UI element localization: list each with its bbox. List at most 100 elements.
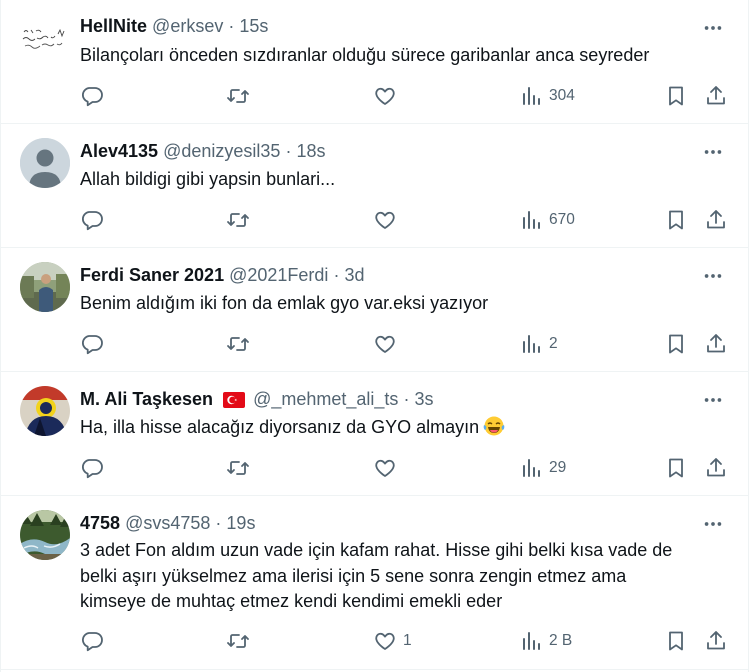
reply-button[interactable]: [80, 626, 110, 656]
share-icon: [707, 334, 725, 353]
timestamp[interactable]: 3s: [414, 389, 433, 409]
bookmark-icon: [669, 86, 683, 106]
timestamp[interactable]: 19s: [226, 513, 255, 533]
display-name[interactable]: 4758: [80, 513, 120, 533]
tweet-header: M. Ali Taşkesen @_mehmet_ali_ts · 3s: [80, 388, 688, 410]
tweet-text-line: belki aşırı yükselmez ama ilerisi için 5…: [80, 565, 627, 586]
display-name[interactable]: HellNite: [80, 16, 147, 36]
share-button[interactable]: [704, 205, 728, 235]
views-chart-icon: [523, 335, 540, 353]
tweet-text: Benim aldığım iki fon da emlak gyo var.e…: [80, 293, 489, 313]
retweet-icon: [227, 89, 249, 103]
bookmark-icon: [669, 458, 683, 478]
laughing-tears-emoji-icon: [483, 415, 505, 445]
more-icon: [704, 150, 722, 154]
bookmark-button[interactable]: [664, 81, 688, 111]
reply-icon: [81, 335, 103, 355]
default-avatar-icon: [20, 138, 70, 188]
tweet-actions: 304: [80, 81, 740, 111]
more-options-button[interactable]: [694, 137, 732, 167]
user-handle[interactable]: @denizyesil35: [163, 141, 280, 161]
like-button[interactable]: [373, 329, 403, 359]
tweet[interactable]: Ferdi Saner 2021 @2021Ferdi · 3d Benim a…: [1, 248, 748, 372]
avatar[interactable]: [20, 262, 70, 312]
like-button[interactable]: [373, 453, 403, 483]
tweet-actions: 29: [80, 453, 740, 483]
views-count: 2 B: [549, 632, 573, 649]
tweet[interactable]: M. Ali Taşkesen @_mehmet_ali_ts · 3s Ha,…: [1, 372, 748, 496]
user-handle[interactable]: @erksev: [152, 16, 223, 36]
handwritten-avatar-icon: [20, 12, 70, 62]
avatar[interactable]: [20, 510, 70, 560]
more-options-button[interactable]: [694, 385, 732, 415]
separator: ·: [228, 16, 235, 36]
views-button[interactable]: 29: [519, 453, 566, 483]
user-handle[interactable]: @2021Ferdi: [229, 265, 328, 285]
tweet[interactable]: 4758 @svs4758 · 19s 3 adet Fon aldım uzu…: [1, 496, 748, 670]
avatar[interactable]: [20, 386, 70, 436]
like-button[interactable]: [373, 205, 403, 235]
reply-button[interactable]: [80, 81, 110, 111]
reply-icon: [81, 211, 103, 231]
display-name[interactable]: M. Ali Taşkesen: [80, 389, 213, 409]
reply-button[interactable]: [80, 329, 110, 359]
bookmark-button[interactable]: [664, 329, 688, 359]
tweet-text-line: kimseye de muhtaç etmez kendi kendimi em…: [80, 591, 503, 611]
display-name[interactable]: Ferdi Saner 2021: [80, 265, 224, 285]
tweet-text: Bilançoları önceden sızdıranlar olduğu s…: [80, 45, 650, 65]
timestamp[interactable]: 15s: [239, 16, 268, 36]
avatar[interactable]: [20, 138, 70, 188]
more-icon: [704, 522, 722, 526]
tweet-text: Ha, illa hisse alacağız diyorsanız da GY…: [80, 415, 720, 445]
like-button[interactable]: [373, 81, 403, 111]
retweet-icon: [227, 337, 249, 351]
tweet-text: 3 adet Fon aldım uzun vade için kafam ra…: [80, 538, 720, 615]
more-options-button[interactable]: [694, 13, 732, 43]
avatar[interactable]: [20, 12, 70, 62]
bookmark-button[interactable]: [664, 626, 688, 656]
views-count: 2: [549, 335, 558, 352]
retweet-button[interactable]: [226, 329, 256, 359]
share-button[interactable]: [704, 329, 728, 359]
views-button[interactable]: 670: [519, 205, 575, 235]
retweet-button[interactable]: [226, 626, 256, 656]
like-button[interactable]: 1: [373, 626, 412, 656]
views-chart-icon: [523, 632, 540, 650]
timestamp[interactable]: 3d: [344, 265, 364, 285]
share-icon: [707, 86, 725, 105]
bookmark-button[interactable]: [664, 453, 688, 483]
timestamp[interactable]: 18s: [296, 141, 325, 161]
views-chart-icon: [523, 87, 540, 105]
share-button[interactable]: [704, 626, 728, 656]
views-chart-icon: [523, 211, 540, 229]
views-button[interactable]: 2: [519, 329, 558, 359]
tweet-header: 4758 @svs4758 · 19s: [80, 512, 688, 534]
photo-avatar-icon: [20, 262, 70, 312]
more-options-button[interactable]: [694, 509, 732, 539]
tweet[interactable]: Alev4135 @denizyesil35 · 18s Allah bildi…: [1, 124, 748, 248]
reply-button[interactable]: [80, 205, 110, 235]
views-button[interactable]: 2 B: [519, 626, 572, 656]
turkey-flag-icon: [223, 391, 246, 413]
tweet-actions: 670: [80, 205, 740, 235]
retweet-button[interactable]: [226, 205, 256, 235]
more-icon: [704, 398, 722, 402]
heart-icon: [375, 335, 395, 353]
user-handle[interactable]: @_mehmet_ali_ts: [253, 389, 398, 409]
reply-icon: [81, 87, 103, 107]
share-button[interactable]: [704, 453, 728, 483]
tweet[interactable]: HellNite @erksev · 15s Bilançoları önced…: [1, 0, 748, 124]
user-handle[interactable]: @svs4758: [125, 513, 210, 533]
tweet-header: Alev4135 @denizyesil35 · 18s: [80, 140, 688, 162]
heart-icon: [375, 87, 395, 105]
more-options-button[interactable]: [694, 261, 732, 291]
bookmark-button[interactable]: [664, 205, 688, 235]
heart-icon: [375, 632, 395, 650]
reply-button[interactable]: [80, 453, 110, 483]
display-name[interactable]: Alev4135: [80, 141, 158, 161]
retweet-button[interactable]: [226, 453, 256, 483]
share-button[interactable]: [704, 81, 728, 111]
river-avatar-icon: [20, 510, 70, 560]
views-button[interactable]: 304: [519, 81, 575, 111]
retweet-button[interactable]: [226, 81, 256, 111]
